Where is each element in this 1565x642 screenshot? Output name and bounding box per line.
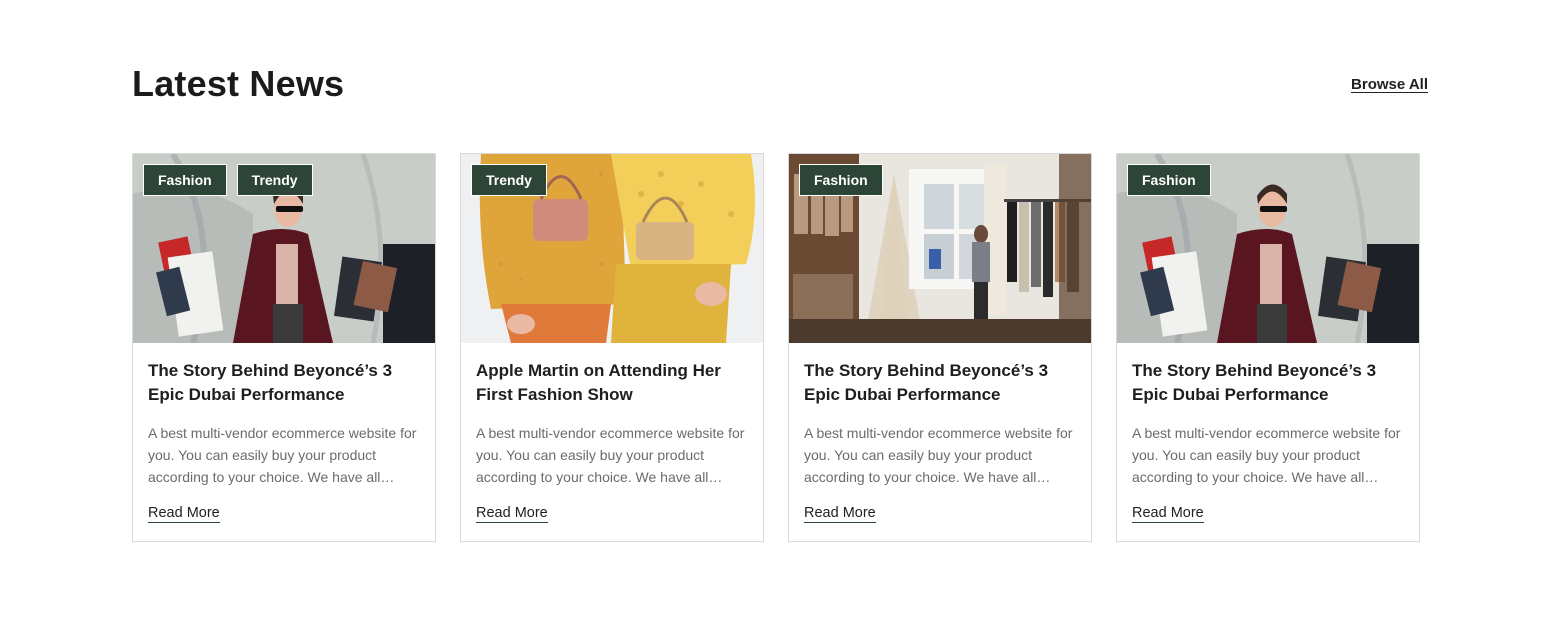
tag-fashion[interactable]: Fashion	[799, 164, 883, 196]
read-more-link[interactable]: Read More	[148, 505, 220, 523]
news-image-boutique[interactable]: Fashion	[789, 154, 1091, 343]
card-body: The Story Behind Beyoncé’s 3 Epic Dubai …	[789, 343, 1091, 523]
tag-trendy[interactable]: Trendy	[471, 164, 547, 196]
news-card[interactable]: Fashion Trendy The Story Behind Beyoncé’…	[132, 153, 436, 542]
tag-fashion[interactable]: Fashion	[1127, 164, 1211, 196]
card-body: The Story Behind Beyoncé’s 3 Epic Dubai …	[1117, 343, 1419, 523]
card-body: The Story Behind Beyoncé’s 3 Epic Dubai …	[133, 343, 435, 523]
card-title[interactable]: The Story Behind Beyoncé’s 3 Epic Dubai …	[1132, 359, 1404, 407]
news-image-shopping-woman[interactable]: Fashion Trendy	[133, 154, 435, 343]
card-title[interactable]: The Story Behind Beyoncé’s 3 Epic Dubai …	[804, 359, 1076, 407]
read-more-link[interactable]: Read More	[804, 505, 876, 523]
section-header: Latest News Browse All	[132, 62, 1428, 106]
tag-list: Trendy	[471, 164, 547, 196]
tag-fashion[interactable]: Fashion	[143, 164, 227, 196]
browse-all-link[interactable]: Browse All	[1351, 76, 1428, 93]
news-image-shopping-woman[interactable]: Fashion	[1117, 154, 1419, 343]
card-excerpt: A best multi-vendor ecommerce website fo…	[476, 425, 745, 485]
news-card[interactable]: Fashion The Story Behind Beyoncé’s 3 Epi…	[788, 153, 1092, 542]
news-card[interactable]: Trendy Apple Martin on Attending Her Fir…	[460, 153, 764, 542]
card-excerpt: A best multi-vendor ecommerce website fo…	[148, 425, 417, 485]
card-title[interactable]: The Story Behind Beyoncé’s 3 Epic Dubai …	[148, 359, 420, 407]
latest-news-section: Latest News Browse All Fashion Trendy Th…	[132, 0, 1428, 542]
news-image-yellow-outfits[interactable]: Trendy	[461, 154, 763, 343]
tag-trendy[interactable]: Trendy	[236, 164, 313, 196]
tag-list: Fashion	[1127, 164, 1211, 196]
card-body: Apple Martin on Attending Her First Fash…	[461, 343, 763, 523]
card-title[interactable]: Apple Martin on Attending Her First Fash…	[476, 359, 748, 407]
tag-list: Fashion	[799, 164, 883, 196]
section-title: Latest News	[132, 63, 345, 104]
read-more-link[interactable]: Read More	[476, 505, 548, 523]
card-excerpt: A best multi-vendor ecommerce website fo…	[804, 425, 1073, 485]
read-more-link[interactable]: Read More	[1132, 505, 1204, 523]
news-card-list: Fashion Trendy The Story Behind Beyoncé’…	[132, 153, 1428, 542]
news-card[interactable]: Fashion The Story Behind Beyoncé’s 3 Epi…	[1116, 153, 1420, 542]
tag-list: Fashion Trendy	[143, 164, 313, 196]
card-excerpt: A best multi-vendor ecommerce website fo…	[1132, 425, 1401, 485]
